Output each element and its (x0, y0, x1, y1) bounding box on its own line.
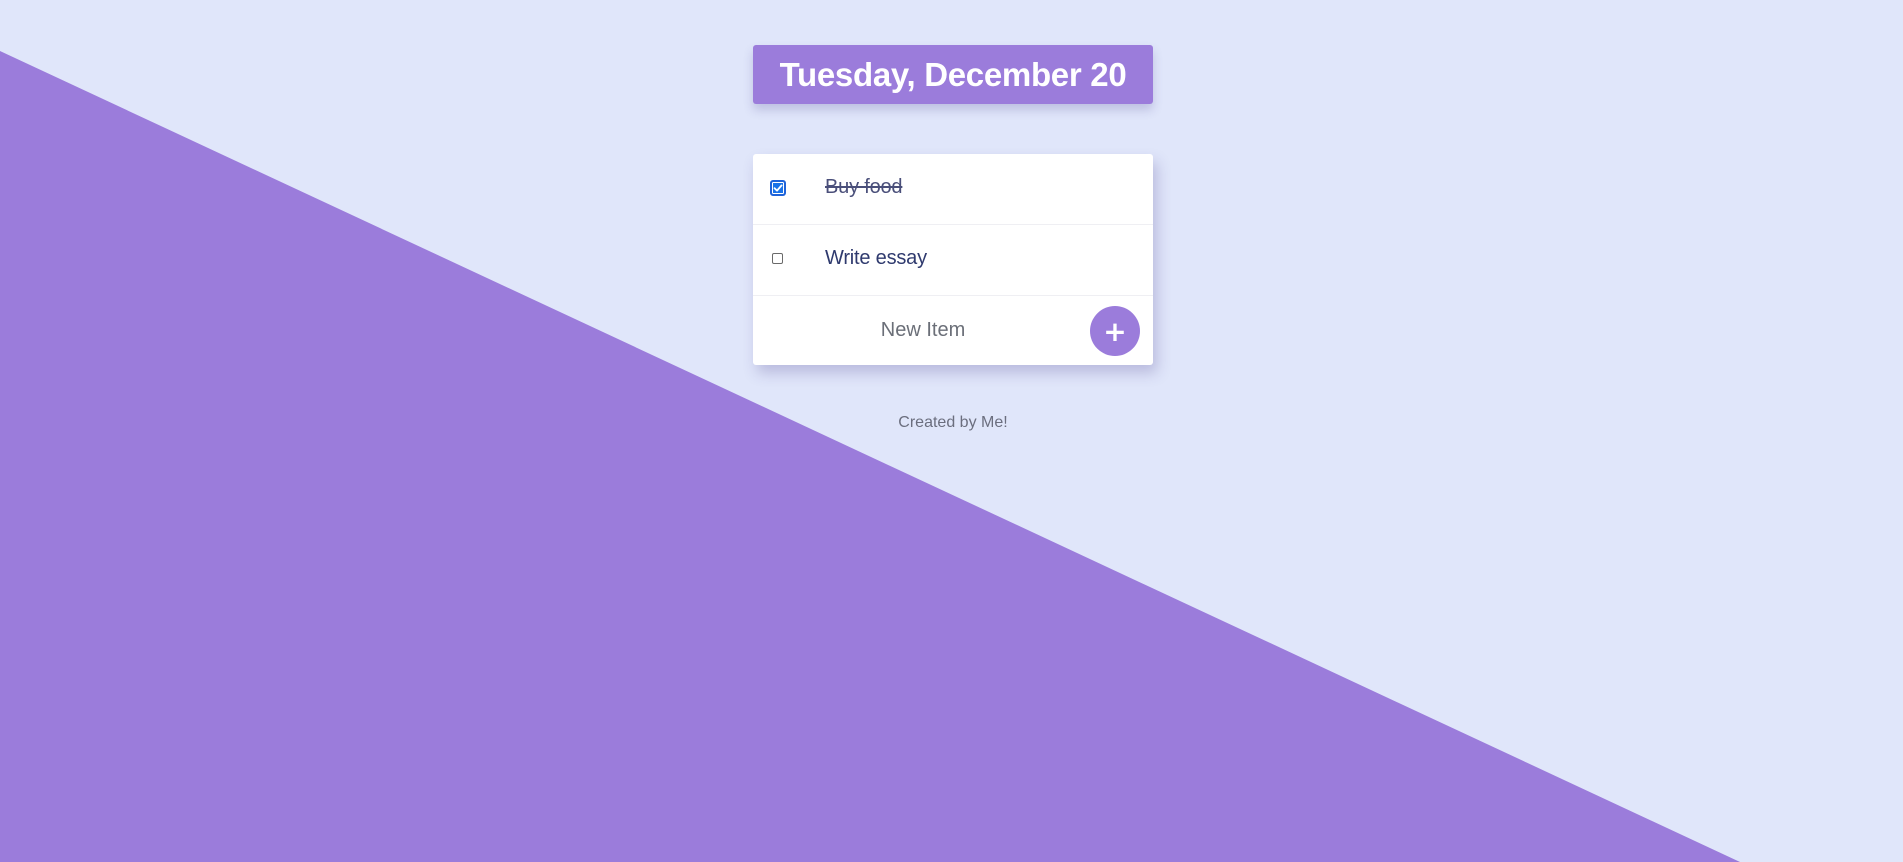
plus-icon: + (1103, 314, 1127, 348)
date-heading: Tuesday, December 20 (753, 45, 1153, 104)
footer-credit: Created by Me! (898, 414, 1008, 431)
checkmark-icon (773, 184, 783, 192)
date-heading-text: Tuesday, December 20 (779, 55, 1127, 93)
todo-checkbox[interactable] (772, 253, 783, 264)
todo-item: Buy food (753, 154, 1153, 225)
new-item-form: + (753, 296, 1153, 365)
todo-item-text: Buy food (825, 176, 903, 198)
todo-item: Write essay (753, 225, 1153, 296)
add-item-button[interactable]: + (1090, 306, 1140, 356)
main-content: Tuesday, December 20 Buy food Write essa… (0, 0, 1903, 862)
new-item-input[interactable] (753, 296, 1093, 365)
todo-checkbox-checked[interactable] (770, 180, 786, 196)
app-page: Tuesday, December 20 Buy food Write essa… (0, 0, 1903, 862)
todo-list-card: Buy food Write essay + (753, 154, 1153, 365)
todo-item-text: Write essay (825, 247, 927, 269)
